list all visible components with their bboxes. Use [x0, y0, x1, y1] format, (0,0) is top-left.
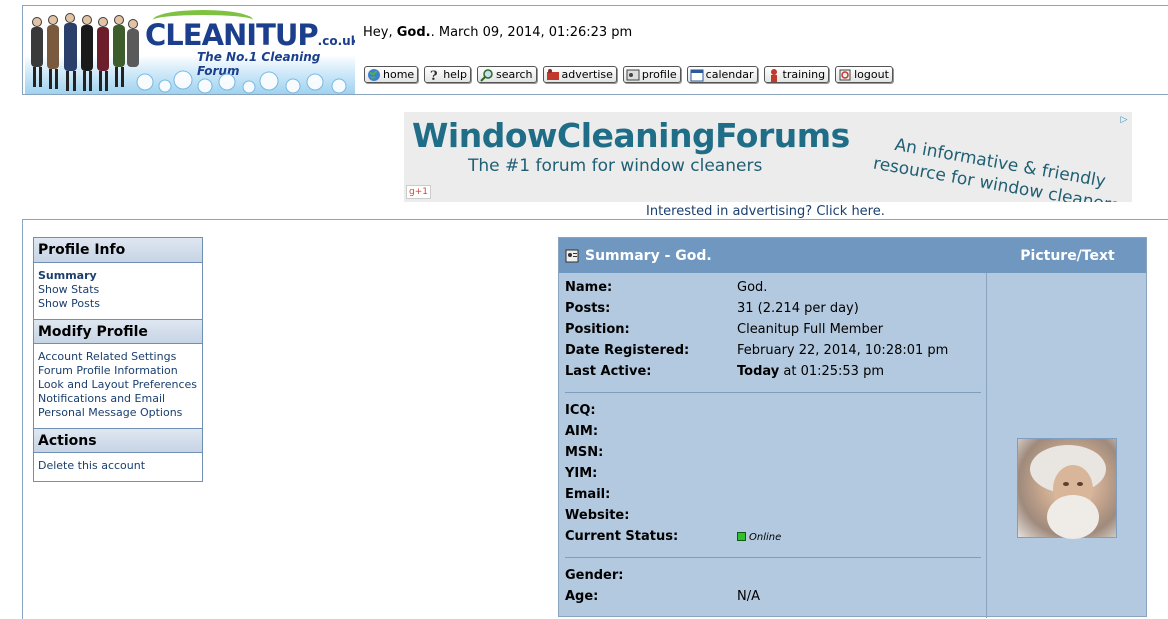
value-age: N/A: [737, 589, 760, 604]
label-icq: ICQ:: [565, 403, 596, 418]
menu-item-summary[interactable]: Summary: [38, 269, 198, 283]
main-nav: home ? help search advertise profile cal…: [364, 66, 893, 83]
nav-logout-button[interactable]: logout: [835, 66, 893, 83]
nav-advertise-label: advertise: [561, 68, 613, 81]
avatar-portrait: [1030, 445, 1106, 539]
value-position: Cleanitup Full Member: [737, 322, 884, 337]
label-position: Position:: [565, 322, 630, 337]
value-registered: February 22, 2014, 10:28:01 pm: [737, 343, 949, 358]
label-email: Email:: [565, 487, 611, 502]
label-aim: AIM:: [565, 424, 599, 439]
menu-item-forum-profile[interactable]: Forum Profile Information: [38, 364, 198, 378]
nav-calendar-button[interactable]: calendar: [686, 66, 758, 83]
nav-help-button[interactable]: ? help: [424, 66, 471, 83]
label-registered: Date Registered:: [565, 343, 690, 358]
adchoices-icon[interactable]: ▷: [1118, 114, 1130, 126]
picture-text-header: Picture/Text: [1020, 248, 1115, 264]
nav-profile-button[interactable]: profile: [622, 66, 681, 83]
ad-tagline: An informative & friendly resource for w…: [871, 134, 1121, 202]
value-status: Online: [737, 529, 781, 544]
nav-help-label: help: [443, 68, 467, 81]
nav-calendar-label: calendar: [705, 68, 754, 81]
label-status: Current Status:: [565, 529, 679, 544]
nav-home-button[interactable]: home: [364, 66, 419, 83]
advertise-icon: [546, 68, 559, 80]
modify-profile-items: Account Related Settings Forum Profile I…: [34, 344, 202, 428]
advertising-link[interactable]: Interested in advertising? Click here.: [646, 204, 885, 219]
value-name: God.: [737, 280, 768, 295]
divider: [565, 392, 981, 393]
label-name: Name:: [565, 280, 613, 295]
ad-title: WindowCleaningForums: [412, 116, 850, 155]
logo-brand: CLEANITUP.co.uk: [145, 18, 355, 52]
ad-subtitle: The #1 forum for window cleaners: [468, 156, 763, 176]
profile-card-icon: [565, 249, 579, 263]
people-image: [31, 13, 139, 91]
label-yim: YIM:: [565, 466, 598, 481]
label-msn: MSN:: [565, 445, 604, 460]
online-status-icon: [737, 532, 746, 541]
nav-logout-label: logout: [854, 68, 889, 81]
label-website: Website:: [565, 508, 630, 523]
gplus-button[interactable]: g+1: [406, 185, 431, 199]
online-status-text: Online: [749, 532, 782, 543]
nav-training-label: training: [782, 68, 826, 81]
nav-profile-label: profile: [641, 68, 677, 81]
logout-icon: [839, 69, 851, 80]
value-last-active: Today at 01:25:53 pm: [737, 364, 884, 379]
logo-tld: .co.uk: [317, 34, 355, 48]
menu-item-delete-account[interactable]: Delete this account: [38, 459, 198, 473]
nav-training-button[interactable]: training: [763, 66, 830, 83]
globe-icon: [368, 68, 380, 81]
label-age: Age:: [565, 589, 599, 604]
username: God.: [396, 25, 431, 40]
menu-item-show-posts[interactable]: Show Posts: [38, 297, 198, 311]
avatar: [1017, 438, 1117, 539]
label-last-active: Last Active:: [565, 364, 652, 379]
divider: [565, 557, 981, 558]
label-gender: Gender:: [565, 568, 624, 583]
calendar-icon: [690, 69, 704, 81]
summary-title-text: Summary - God.: [585, 248, 712, 264]
nav-home-label: home: [383, 68, 415, 81]
bubbles-decoration: [136, 70, 347, 94]
question-icon: ?: [430, 69, 438, 82]
menu-heading-actions: Actions: [34, 428, 202, 453]
svg-text:?: ?: [430, 69, 438, 82]
label-posts: Posts:: [565, 301, 611, 316]
magnifier-icon: [480, 68, 493, 82]
value-posts: 31 (2.214 per day): [737, 301, 859, 316]
nav-advertise-button[interactable]: advertise: [542, 66, 617, 83]
training-icon: [770, 68, 777, 82]
greeting: Hey, God.. March 09, 2014, 01:26:23 pm: [363, 25, 633, 40]
profile-menu: Profile Info Summary Show Stats Show Pos…: [33, 237, 203, 482]
site-header: CLEANITUP.co.uk The No.1 Cleaning Forum …: [22, 5, 1168, 95]
menu-heading-modify-profile: Modify Profile: [34, 319, 202, 344]
site-logo[interactable]: CLEANITUP.co.uk The No.1 Cleaning Forum: [25, 8, 355, 94]
summary-details: Name: God. Posts: 31 (2.214 per day) Pos…: [559, 273, 987, 618]
menu-item-show-stats[interactable]: Show Stats: [38, 283, 198, 297]
profile-info-items: Summary Show Stats Show Posts: [34, 263, 202, 319]
menu-item-notifications[interactable]: Notifications and Email: [38, 392, 198, 406]
summary-panel: Summary - God. Picture/Text Name: God. P…: [558, 237, 1147, 618]
menu-item-pm-options[interactable]: Personal Message Options: [38, 406, 198, 420]
ad-banner[interactable]: WindowCleaningForums The #1 forum for wi…: [404, 112, 1132, 202]
nav-search-label: search: [495, 68, 533, 81]
summary-title: Summary - God.: [565, 248, 712, 264]
profile-icon: [626, 69, 640, 80]
summary-header: Summary - God. Picture/Text: [559, 238, 1146, 273]
nav-search-button[interactable]: search: [476, 66, 537, 83]
menu-item-look-layout[interactable]: Look and Layout Preferences: [38, 378, 198, 392]
actions-items: Delete this account: [34, 453, 202, 481]
menu-heading-profile-info: Profile Info: [34, 238, 202, 263]
menu-item-account-settings[interactable]: Account Related Settings: [38, 350, 198, 364]
